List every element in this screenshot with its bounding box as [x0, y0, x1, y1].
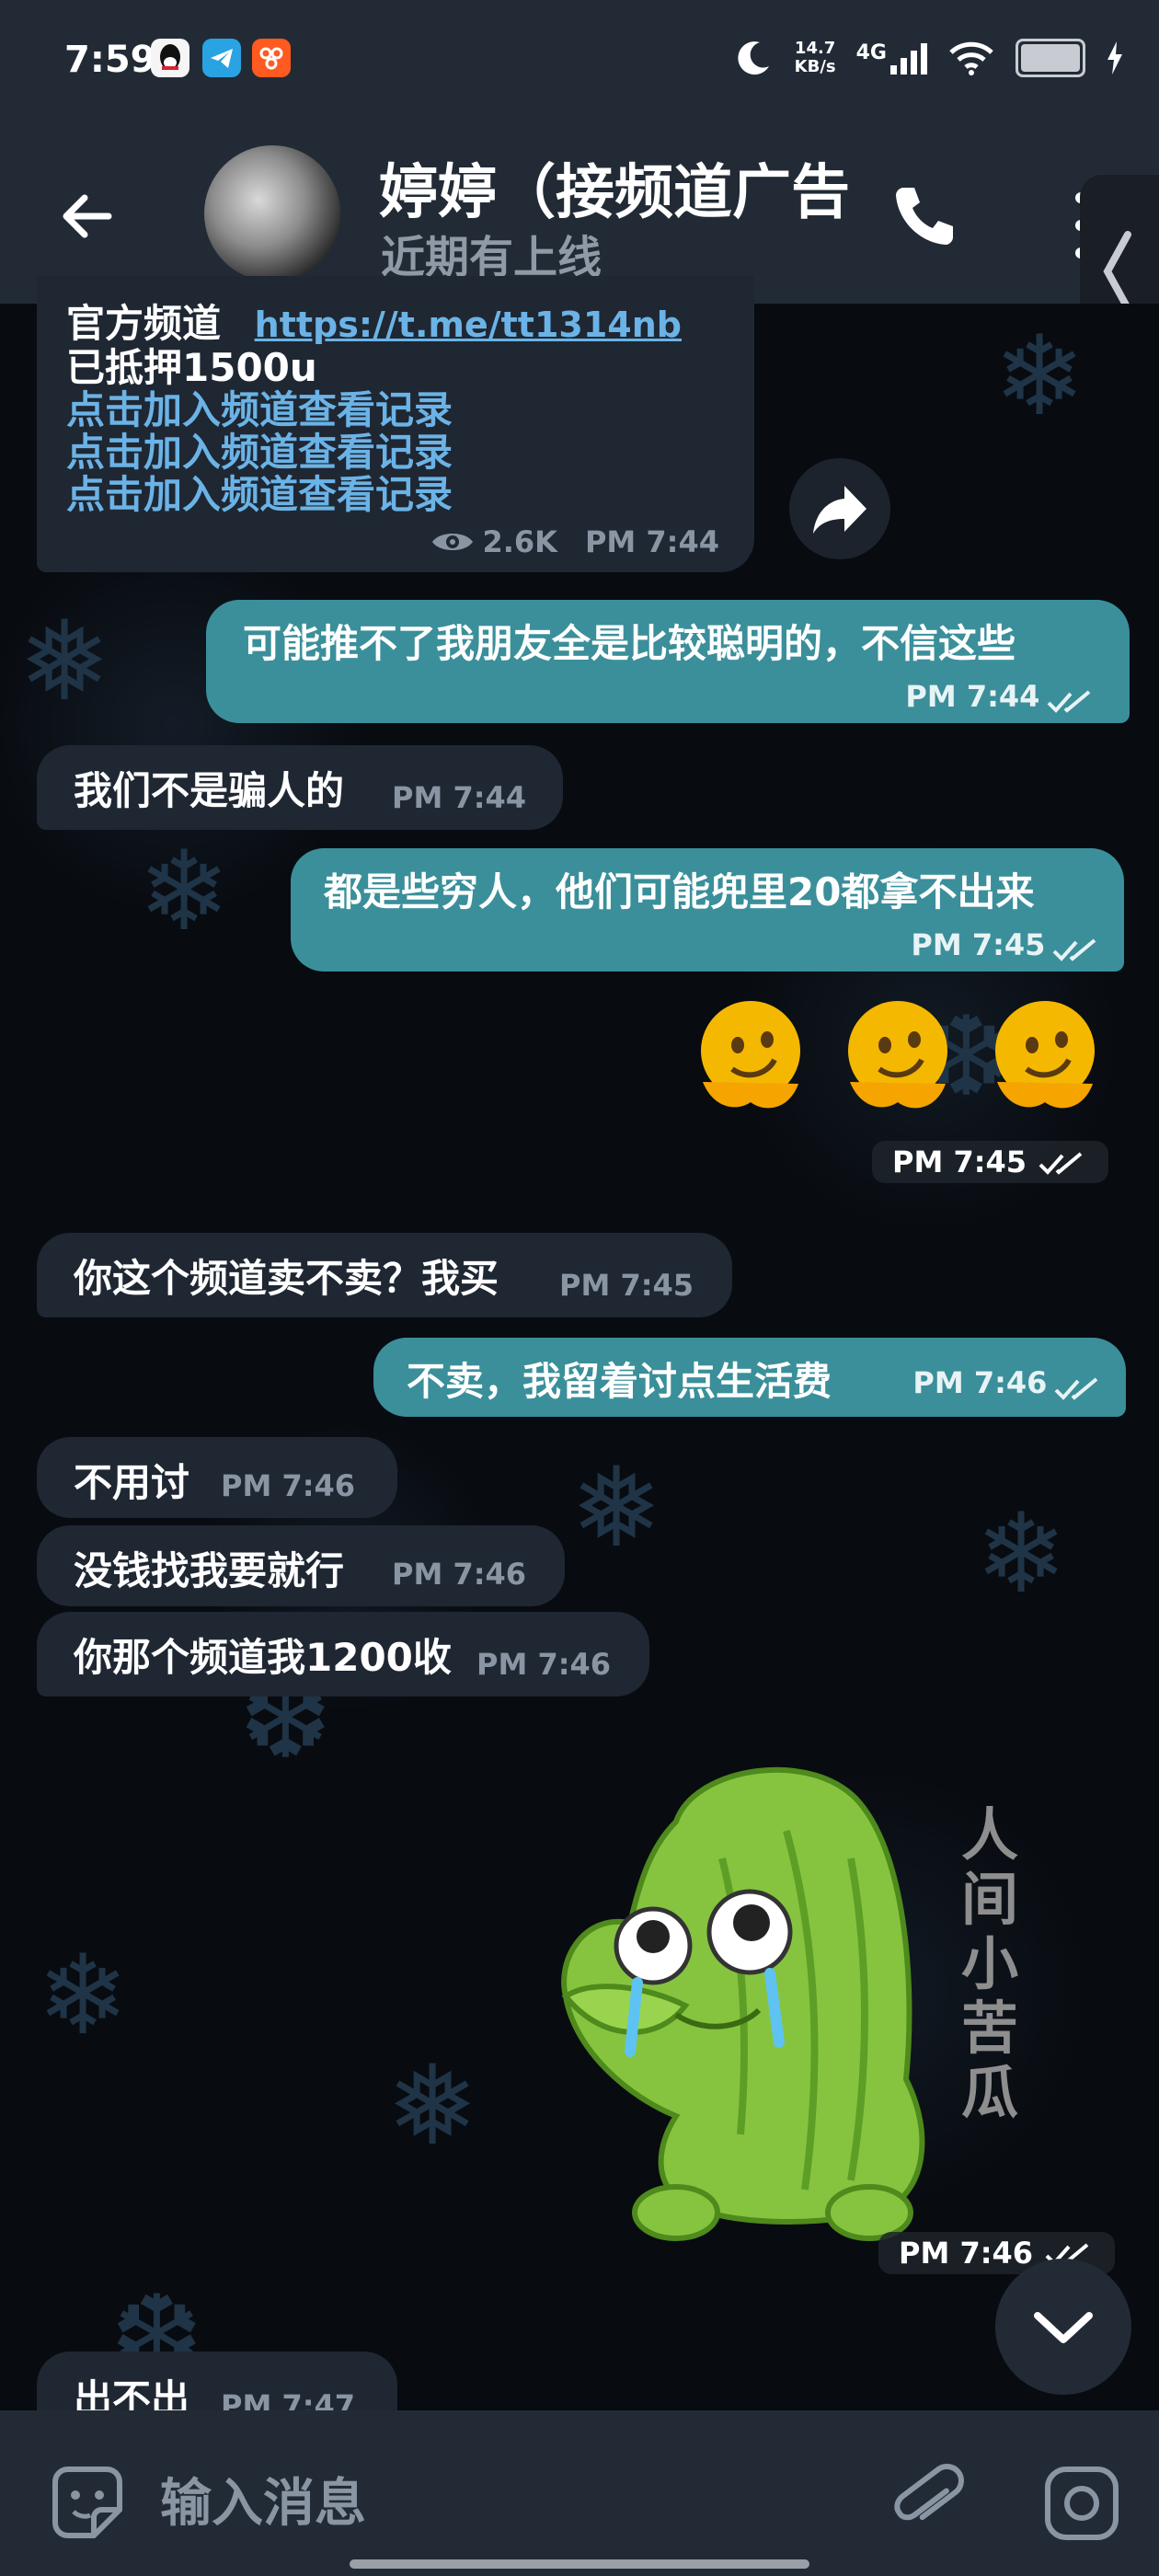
read-checkmarks-icon: [1039, 1152, 1083, 1175]
chevron-down-icon: [1034, 2312, 1093, 2343]
call-button[interactable]: [883, 175, 966, 258]
background-snowflake-icon: ❄: [37, 1932, 130, 2060]
forwarded-post-bubble[interactable]: 官方频道 https://t.me/tt1314nb 已抵押1500u 点击加入…: [37, 276, 754, 572]
emoji-message[interactable]: [686, 994, 1119, 1122]
app-notification-icon: [252, 39, 291, 77]
outgoing-message[interactable]: 可能推不了我朋友全是比较聪明的，不信这些 PM 7:44: [206, 600, 1130, 723]
contact-avatar[interactable]: [204, 145, 340, 282]
net-speed: 14.7 KB/s: [794, 39, 836, 76]
status-indicators: 14.7 KB/s 4G: [732, 37, 1124, 79]
message-time: PM 7:44: [584, 524, 719, 559]
melting-face-emoji-icon: [848, 1001, 947, 1109]
message-input-bar: [0, 2410, 1159, 2576]
message-time: PM 7:45: [911, 926, 1046, 962]
charging-icon: [1107, 41, 1122, 75]
qq-notification-icon: [151, 39, 189, 77]
scroll-to-bottom-button[interactable]: [995, 2259, 1131, 2395]
message-text: 没钱找我要就行: [74, 1548, 345, 1593]
message-time: PM 7:46: [476, 1647, 612, 1682]
message-text: 都是些穷人，他们可能兜里20都拿不出来: [324, 869, 1035, 914]
emoji-button[interactable]: [48, 2464, 127, 2543]
status-bar: 7:59 14.7 KB/s 4G: [0, 0, 1159, 120]
incoming-message[interactable]: 我们不是骗人的 PM 7:44: [37, 745, 563, 830]
background-snowflake-icon: ❄: [975, 1490, 1068, 1618]
message-time: PM 7:45: [559, 1268, 694, 1303]
phone-icon: [896, 188, 953, 245]
message-text: 我们不是骗人的: [74, 768, 345, 813]
background-snowflake-icon: ❅: [18, 598, 111, 726]
arrow-left-icon: [63, 194, 112, 238]
deposit-text: 已抵押1500u: [66, 345, 317, 390]
message-time: PM 7:44: [392, 780, 527, 815]
telegram-notification-icon: [202, 39, 241, 77]
join-channel-link[interactable]: 点击加入频道查看记录: [66, 473, 453, 517]
forward-button[interactable]: [789, 458, 890, 559]
camera-button[interactable]: [1042, 2464, 1121, 2543]
home-indicator[interactable]: [350, 2559, 809, 2569]
message-text: 不用讨: [74, 1460, 190, 1505]
status-time: 7:59: [64, 39, 156, 81]
back-button[interactable]: [55, 184, 120, 248]
incoming-message[interactable]: 不用讨 PM 7:46: [37, 1437, 397, 1518]
channel-link[interactable]: https://t.me/tt1314nb: [255, 305, 682, 345]
join-channel-link[interactable]: 点击加入频道查看记录: [66, 431, 453, 475]
views-count: 2.6K: [482, 524, 557, 559]
crying-bitter-melon-sticker-icon: [561, 1766, 925, 2241]
background-snowflake-icon: ❅: [386, 2042, 479, 2170]
melting-face-emoji-icon: [995, 1001, 1095, 1109]
message-text: 你这个频道卖不卖？我买: [74, 1256, 499, 1301]
camera-icon: [1045, 2467, 1119, 2540]
sticker-caption: 人间小苦瓜: [961, 1801, 1019, 2126]
wifi-icon: [949, 41, 993, 75]
message-text: 可能推不了我朋友全是比较聪明的，不信这些: [243, 621, 1016, 666]
incoming-message[interactable]: 没钱找我要就行 PM 7:46: [37, 1525, 565, 1606]
battery-icon: [1016, 39, 1085, 77]
paperclip-icon: [894, 2463, 964, 2521]
message-time: PM 7:46: [221, 1468, 356, 1503]
attach-button[interactable]: [888, 2461, 970, 2544]
signal-indicator: 4G: [856, 41, 927, 75]
message-text: 你那个频道我1200收: [74, 1635, 452, 1680]
outgoing-message[interactable]: 不卖，我留着讨点生活费 PM 7:46: [373, 1338, 1126, 1417]
read-checkmarks-icon: [1052, 938, 1096, 961]
outgoing-message[interactable]: 都是些穷人，他们可能兜里20都拿不出来 PM 7:45: [291, 848, 1124, 972]
read-checkmarks-icon: [1054, 1376, 1098, 1400]
incoming-message[interactable]: 你这个频道卖不卖？我买 PM 7:45: [37, 1233, 732, 1317]
message-time: PM 7:46: [912, 1365, 1048, 1400]
background-snowflake-icon: ❄: [138, 828, 231, 956]
melting-face-emoji-icon: [701, 1001, 800, 1109]
background-snowflake-icon: ❄: [993, 313, 1086, 441]
signal-bars-icon: [890, 41, 927, 75]
message-time: PM 7:44: [905, 678, 1040, 714]
message-text: 不卖，我留着讨点生活费: [407, 1359, 832, 1404]
views-eye-icon: [432, 534, 474, 550]
background-snowflake-icon: ❅: [570, 1444, 663, 1572]
moon-icon: [738, 41, 769, 75]
network-type: 4G: [855, 41, 887, 64]
message-time: PM 7:46: [392, 1557, 527, 1592]
sticker-smile-icon: [52, 2467, 122, 2538]
message-input[interactable]: [158, 2456, 806, 2550]
read-checkmarks-icon: [1047, 690, 1091, 713]
channel-label: 官方频道: [66, 301, 222, 346]
incoming-message[interactable]: 你那个频道我1200收 PM 7:46: [37, 1612, 649, 1696]
share-arrow-icon: [813, 486, 866, 534]
emoji-message-time: PM 7:45: [872, 1141, 1109, 1183]
contact-name[interactable]: 婷婷（接频道广告: [379, 145, 857, 230]
join-channel-link[interactable]: 点击加入频道查看记录: [66, 388, 453, 432]
